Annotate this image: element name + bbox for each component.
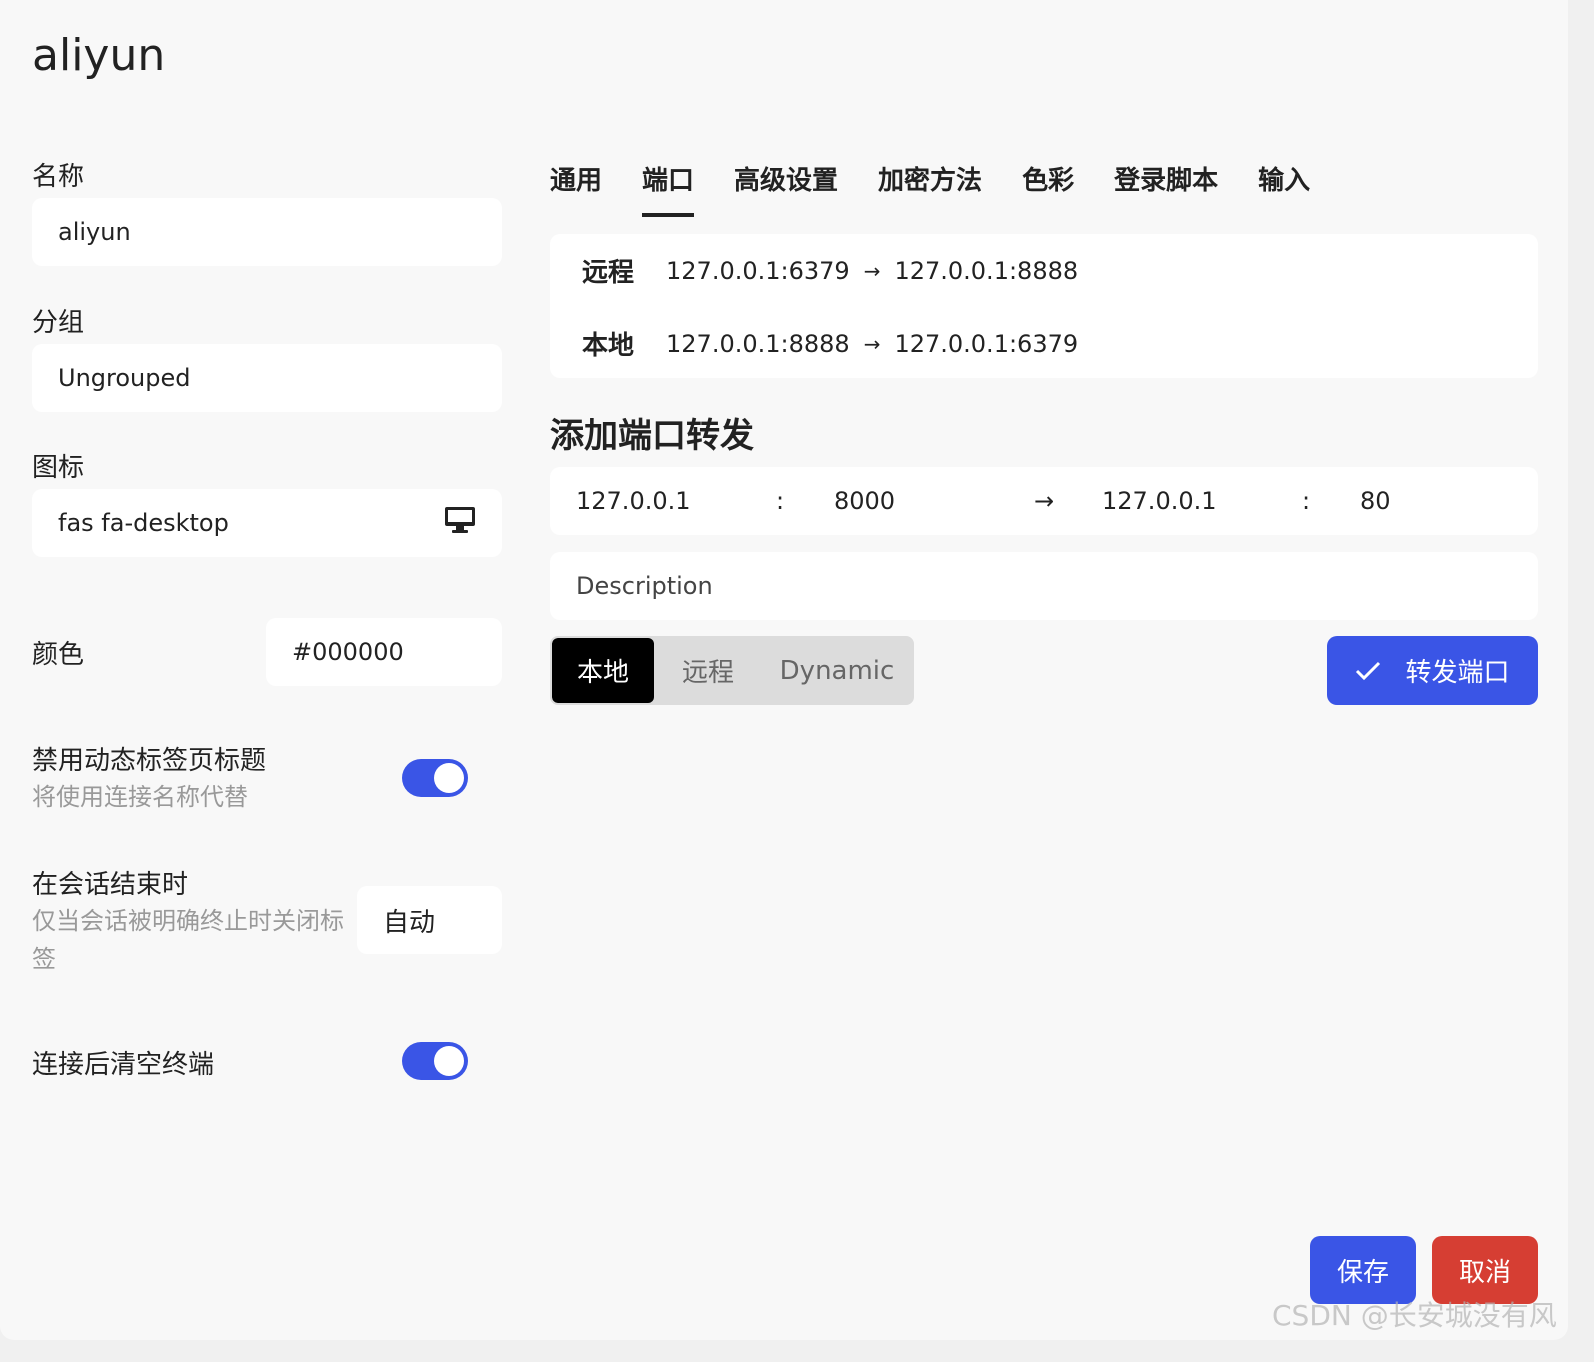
disable-dynamic-title-toggle[interactable]	[402, 759, 468, 797]
color-input-value: #000000	[292, 638, 404, 666]
watermark: CSDN @长安城没有风	[1272, 1299, 1557, 1332]
description-placeholder: Description	[576, 572, 713, 600]
group-input[interactable]: Ungrouped	[32, 344, 502, 412]
local-host-input[interactable]: 127.0.0.1	[576, 487, 691, 515]
mode-local[interactable]: 本地	[552, 638, 654, 703]
color-label: 颜色	[32, 640, 85, 670]
list-item[interactable]: 远程 127.0.0.1:6379 → 127.0.0.1:8888	[582, 252, 1078, 289]
check-icon	[1355, 661, 1381, 681]
session-end-label: 在会话结束时	[32, 870, 189, 900]
name-input[interactable]: aliyun	[32, 198, 502, 266]
tab-input[interactable]: 输入	[1258, 160, 1310, 217]
arrow-right-icon: →	[863, 331, 881, 356]
tab-colors[interactable]: 色彩	[1022, 160, 1074, 217]
tab-login-scripts[interactable]: 登录脚本	[1114, 160, 1218, 217]
remote-sep: :	[1302, 487, 1311, 515]
arrow-right-icon: →	[1034, 487, 1055, 515]
forward-port-button[interactable]: 转发端口	[1327, 636, 1538, 705]
settings-tabs: 通用 端口 高级设置 加密方法 色彩 登录脚本 输入	[550, 160, 1350, 217]
clear-terminal-label: 连接后清空终端	[32, 1050, 215, 1080]
forward-port-button-label: 转发端口	[1405, 658, 1510, 688]
remote-host-input[interactable]: 127.0.0.1	[1102, 487, 1217, 515]
forward-to: 127.0.0.1:6379	[894, 329, 1079, 358]
forward-from: 127.0.0.1:8888	[666, 329, 850, 358]
toggle-knob	[434, 763, 464, 793]
forward-type: 远程	[582, 258, 635, 288]
desktop-icon	[444, 506, 476, 540]
description-input[interactable]: Description	[550, 552, 1538, 620]
name-input-value: aliyun	[58, 218, 131, 246]
forward-list: 远程 127.0.0.1:6379 → 127.0.0.1:8888 本地 12…	[550, 234, 1538, 378]
list-item[interactable]: 本地 127.0.0.1:8888 → 127.0.0.1:6379	[582, 325, 1078, 362]
icon-label: 图标	[32, 453, 85, 483]
mode-dynamic[interactable]: Dynamic	[762, 638, 912, 703]
tab-ports[interactable]: 端口	[642, 160, 695, 217]
arrow-right-icon: →	[863, 258, 881, 283]
group-label: 分组	[32, 308, 85, 338]
remote-port-input[interactable]: 80	[1360, 487, 1391, 515]
forward-mode-selector: 本地 远程 Dynamic	[550, 636, 914, 705]
color-input[interactable]: #000000	[266, 618, 502, 686]
local-sep: :	[776, 487, 785, 515]
forward-from: 127.0.0.1:6379	[666, 256, 850, 285]
add-forward-title: 添加端口转发	[550, 416, 754, 456]
disable-dynamic-title-sublabel: 将使用连接名称代替	[32, 783, 248, 811]
icon-input-value: fas fa-desktop	[58, 509, 229, 537]
tab-advanced[interactable]: 高级设置	[734, 160, 838, 217]
forward-type: 本地	[582, 331, 635, 361]
session-end-sublabel: 仅当会话被明确终止时关闭标签	[32, 907, 344, 973]
session-end-select[interactable]: 自动	[357, 886, 502, 954]
mode-remote[interactable]: 远程	[654, 638, 762, 703]
disable-dynamic-title-label: 禁用动态标签页标题	[32, 746, 267, 776]
icon-input[interactable]: fas fa-desktop	[32, 489, 502, 557]
local-port-input[interactable]: 8000	[834, 487, 895, 515]
toggle-knob	[434, 1046, 464, 1076]
name-label: 名称	[32, 162, 85, 192]
forward-to: 127.0.0.1:8888	[894, 256, 1079, 285]
add-forward-inputs: 127.0.0.1 : 8000 → 127.0.0.1 : 80	[550, 467, 1538, 535]
dialog-title: aliyun	[32, 30, 166, 81]
session-settings-dialog: aliyun 名称 aliyun 分组 Ungrouped 图标 fas fa-…	[0, 0, 1568, 1340]
tab-general[interactable]: 通用	[550, 160, 602, 217]
group-input-value: Ungrouped	[58, 364, 191, 392]
clear-terminal-toggle[interactable]	[402, 1042, 468, 1080]
session-end-value: 自动	[383, 907, 436, 938]
tab-ciphers[interactable]: 加密方法	[878, 160, 982, 217]
